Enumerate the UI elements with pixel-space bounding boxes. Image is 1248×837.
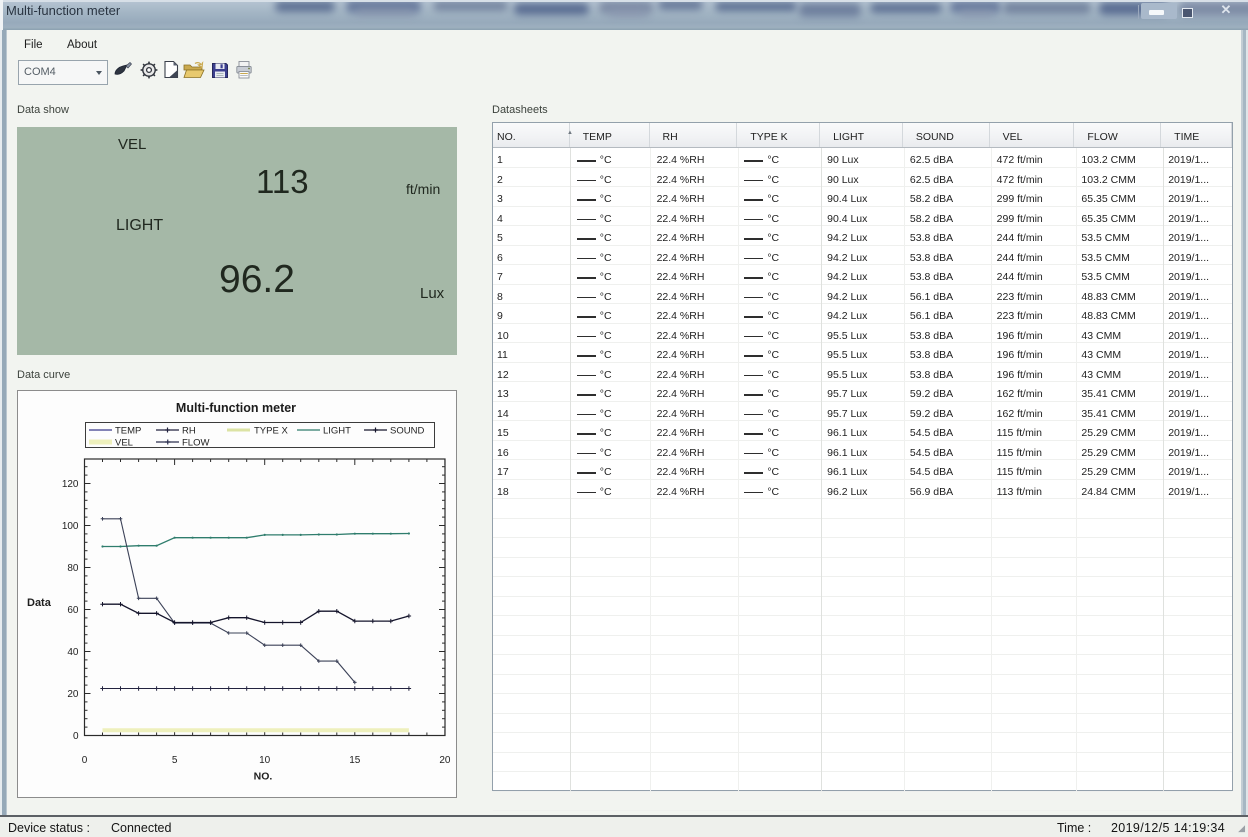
svg-text:SOUND: SOUND bbox=[390, 426, 424, 437]
svg-text:80: 80 bbox=[67, 563, 79, 574]
svg-text:60: 60 bbox=[67, 605, 79, 616]
svg-text:15: 15 bbox=[349, 755, 361, 766]
svg-text:TEMP: TEMP bbox=[115, 426, 141, 437]
svg-text:RH: RH bbox=[182, 426, 196, 437]
svg-text:Multi-function meter: Multi-function meter bbox=[176, 401, 296, 415]
svg-text:LIGHT: LIGHT bbox=[323, 426, 351, 437]
svg-text:100: 100 bbox=[62, 521, 79, 532]
svg-text:20: 20 bbox=[67, 689, 79, 700]
svg-text:0: 0 bbox=[82, 755, 88, 766]
svg-text:TYPE X: TYPE X bbox=[254, 426, 288, 437]
svg-text:40: 40 bbox=[67, 647, 79, 658]
svg-text:120: 120 bbox=[62, 479, 79, 490]
svg-text:Data: Data bbox=[27, 597, 52, 609]
svg-text:NO.: NO. bbox=[254, 771, 273, 783]
svg-text:10: 10 bbox=[259, 755, 271, 766]
svg-text:0: 0 bbox=[73, 731, 79, 742]
svg-text:5: 5 bbox=[172, 755, 178, 766]
svg-text:VEL: VEL bbox=[115, 438, 133, 449]
svg-text:FLOW: FLOW bbox=[182, 438, 209, 449]
svg-text:20: 20 bbox=[439, 755, 451, 766]
